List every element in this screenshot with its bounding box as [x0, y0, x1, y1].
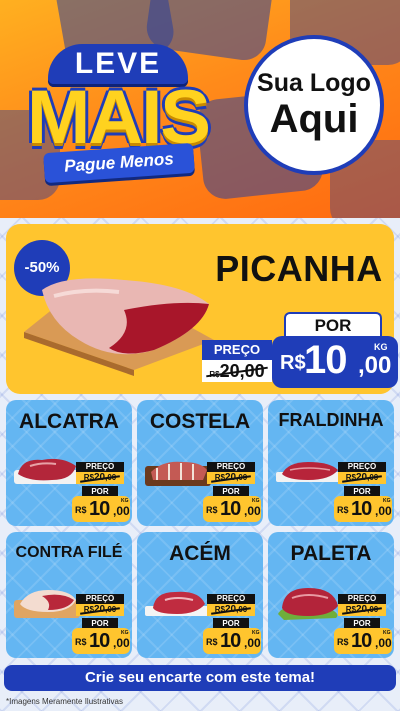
brand-logo-line1: Sua Logo: [257, 69, 371, 97]
price-tag: R$ 10 ,00 KG: [203, 628, 261, 654]
price-unit: KG: [374, 342, 388, 352]
preco-label: PREÇO: [76, 594, 124, 604]
price-unit: KG: [121, 498, 129, 504]
price-integer: 10: [351, 630, 372, 652]
product-card[interactable]: ACÉM PREÇO R$20,00 POR R$ 10 ,00 KG: [137, 532, 263, 658]
brand-logo-placeholder[interactable]: Sua Logo Aqui: [244, 35, 384, 175]
price-unit: KG: [383, 630, 391, 636]
product-name: ACÉM: [169, 542, 231, 565]
price-decimals: ,00: [244, 504, 261, 518]
price-unit: KG: [252, 630, 260, 636]
price-currency: R$: [206, 505, 218, 515]
price-tag: R$ 10 ,00 KG: [72, 496, 130, 522]
price-currency: R$: [337, 505, 349, 515]
price-decimals: ,00: [113, 636, 130, 650]
price-tag: R$ 10 ,00 KG: [334, 496, 392, 522]
price-integer: 10: [220, 498, 241, 520]
price-decimals: ,00: [358, 352, 392, 379]
old-price: R$20,00: [76, 472, 124, 484]
product-card[interactable]: PALETA PREÇO R$20,00 POR R$ 10 ,00 KG: [268, 532, 394, 658]
price-decimals: ,00: [375, 504, 392, 518]
featured-price-tag: R$ 10 ,00 KG: [272, 336, 398, 388]
preco-label: PREÇO: [207, 462, 255, 472]
preco-label: PREÇO: [338, 462, 386, 472]
product-card[interactable]: CONTRA FILÉ PREÇO R$20,00 POR R$ 10 ,00 …: [6, 532, 132, 658]
price-unit: KG: [252, 498, 260, 504]
price-integer: 10: [220, 630, 241, 652]
por-label: POR: [284, 312, 382, 338]
campaign-logo: LEVE MAIS Pague Menos: [8, 44, 228, 194]
preco-label: PREÇO: [202, 340, 272, 360]
disclaimer-text: *Imagens Meramente Ilustrativas: [6, 697, 123, 706]
fraldinha-meat-image: [276, 462, 342, 482]
contra-file-meat-image: [14, 590, 80, 618]
price-decimals: ,00: [113, 504, 130, 518]
price-integer: 10: [304, 338, 347, 382]
price-decimals: ,00: [244, 636, 261, 650]
price-tag: R$ 10 ,00 KG: [203, 496, 261, 522]
product-name: ALCATRA: [19, 410, 119, 433]
price-integer: 10: [89, 630, 110, 652]
preco-label: PREÇO: [207, 594, 255, 604]
product-card[interactable]: FRALDINHA PREÇO R$20,00 POR R$ 10 ,00 KG: [268, 400, 394, 526]
old-price: R$20,00: [338, 472, 386, 484]
old-price: R$20,00: [202, 360, 272, 382]
price-currency: R$: [280, 352, 306, 374]
product-name: COSTELA: [149, 410, 251, 433]
price-currency: R$: [75, 637, 87, 647]
costela-meat-image: [145, 461, 211, 486]
brand-logo-line2: Aqui: [269, 97, 359, 141]
preco-label: PREÇO: [76, 462, 124, 472]
price-tag: R$ 10 ,00 KG: [72, 628, 130, 654]
price-unit: KG: [383, 498, 391, 504]
logo-main-text: MAIS: [27, 75, 211, 160]
old-price: R$20,00: [207, 472, 255, 484]
old-price: R$20,00: [207, 604, 255, 616]
product-name: FRALDINHA: [278, 410, 384, 430]
paleta-meat-image: [278, 588, 338, 620]
price-tag: R$ 10 ,00 KG: [334, 628, 392, 654]
price-decimals: ,00: [375, 636, 392, 650]
product-card[interactable]: COSTELA PREÇO R$20,00 POR R$ 10 ,00 KG: [137, 400, 263, 526]
old-price: R$20,00: [338, 604, 386, 616]
featured-product-name: PICANHA: [215, 248, 383, 289]
acem-meat-image: [145, 591, 211, 616]
preco-label: PREÇO: [338, 594, 386, 604]
price-currency: R$: [337, 637, 349, 647]
picanha-meat-image: [24, 278, 214, 376]
old-price: R$20,00: [76, 604, 124, 616]
create-flyer-cta[interactable]: Crie seu encarte com este tema!: [4, 665, 396, 691]
product-name: PALETA: [290, 542, 372, 565]
offers-area: -50% PICANHA PREÇO R$20,00 POR R$ 10 ,00…: [0, 218, 400, 711]
product-name: CONTRA FILÉ: [15, 544, 123, 561]
price-integer: 10: [351, 498, 372, 520]
product-card[interactable]: ALCATRA PREÇO R$20,00 POR R$ 10 ,00 KG: [6, 400, 132, 526]
price-currency: R$: [206, 637, 218, 647]
header-banner: LEVE MAIS Pague Menos Sua Logo Aqui: [0, 0, 400, 218]
price-unit: KG: [121, 630, 129, 636]
featured-product-card[interactable]: -50% PICANHA PREÇO R$20,00 POR R$ 10 ,00…: [6, 224, 398, 394]
alcatra-meat-image: [14, 458, 80, 484]
price-integer: 10: [89, 498, 110, 520]
price-currency: R$: [75, 505, 87, 515]
